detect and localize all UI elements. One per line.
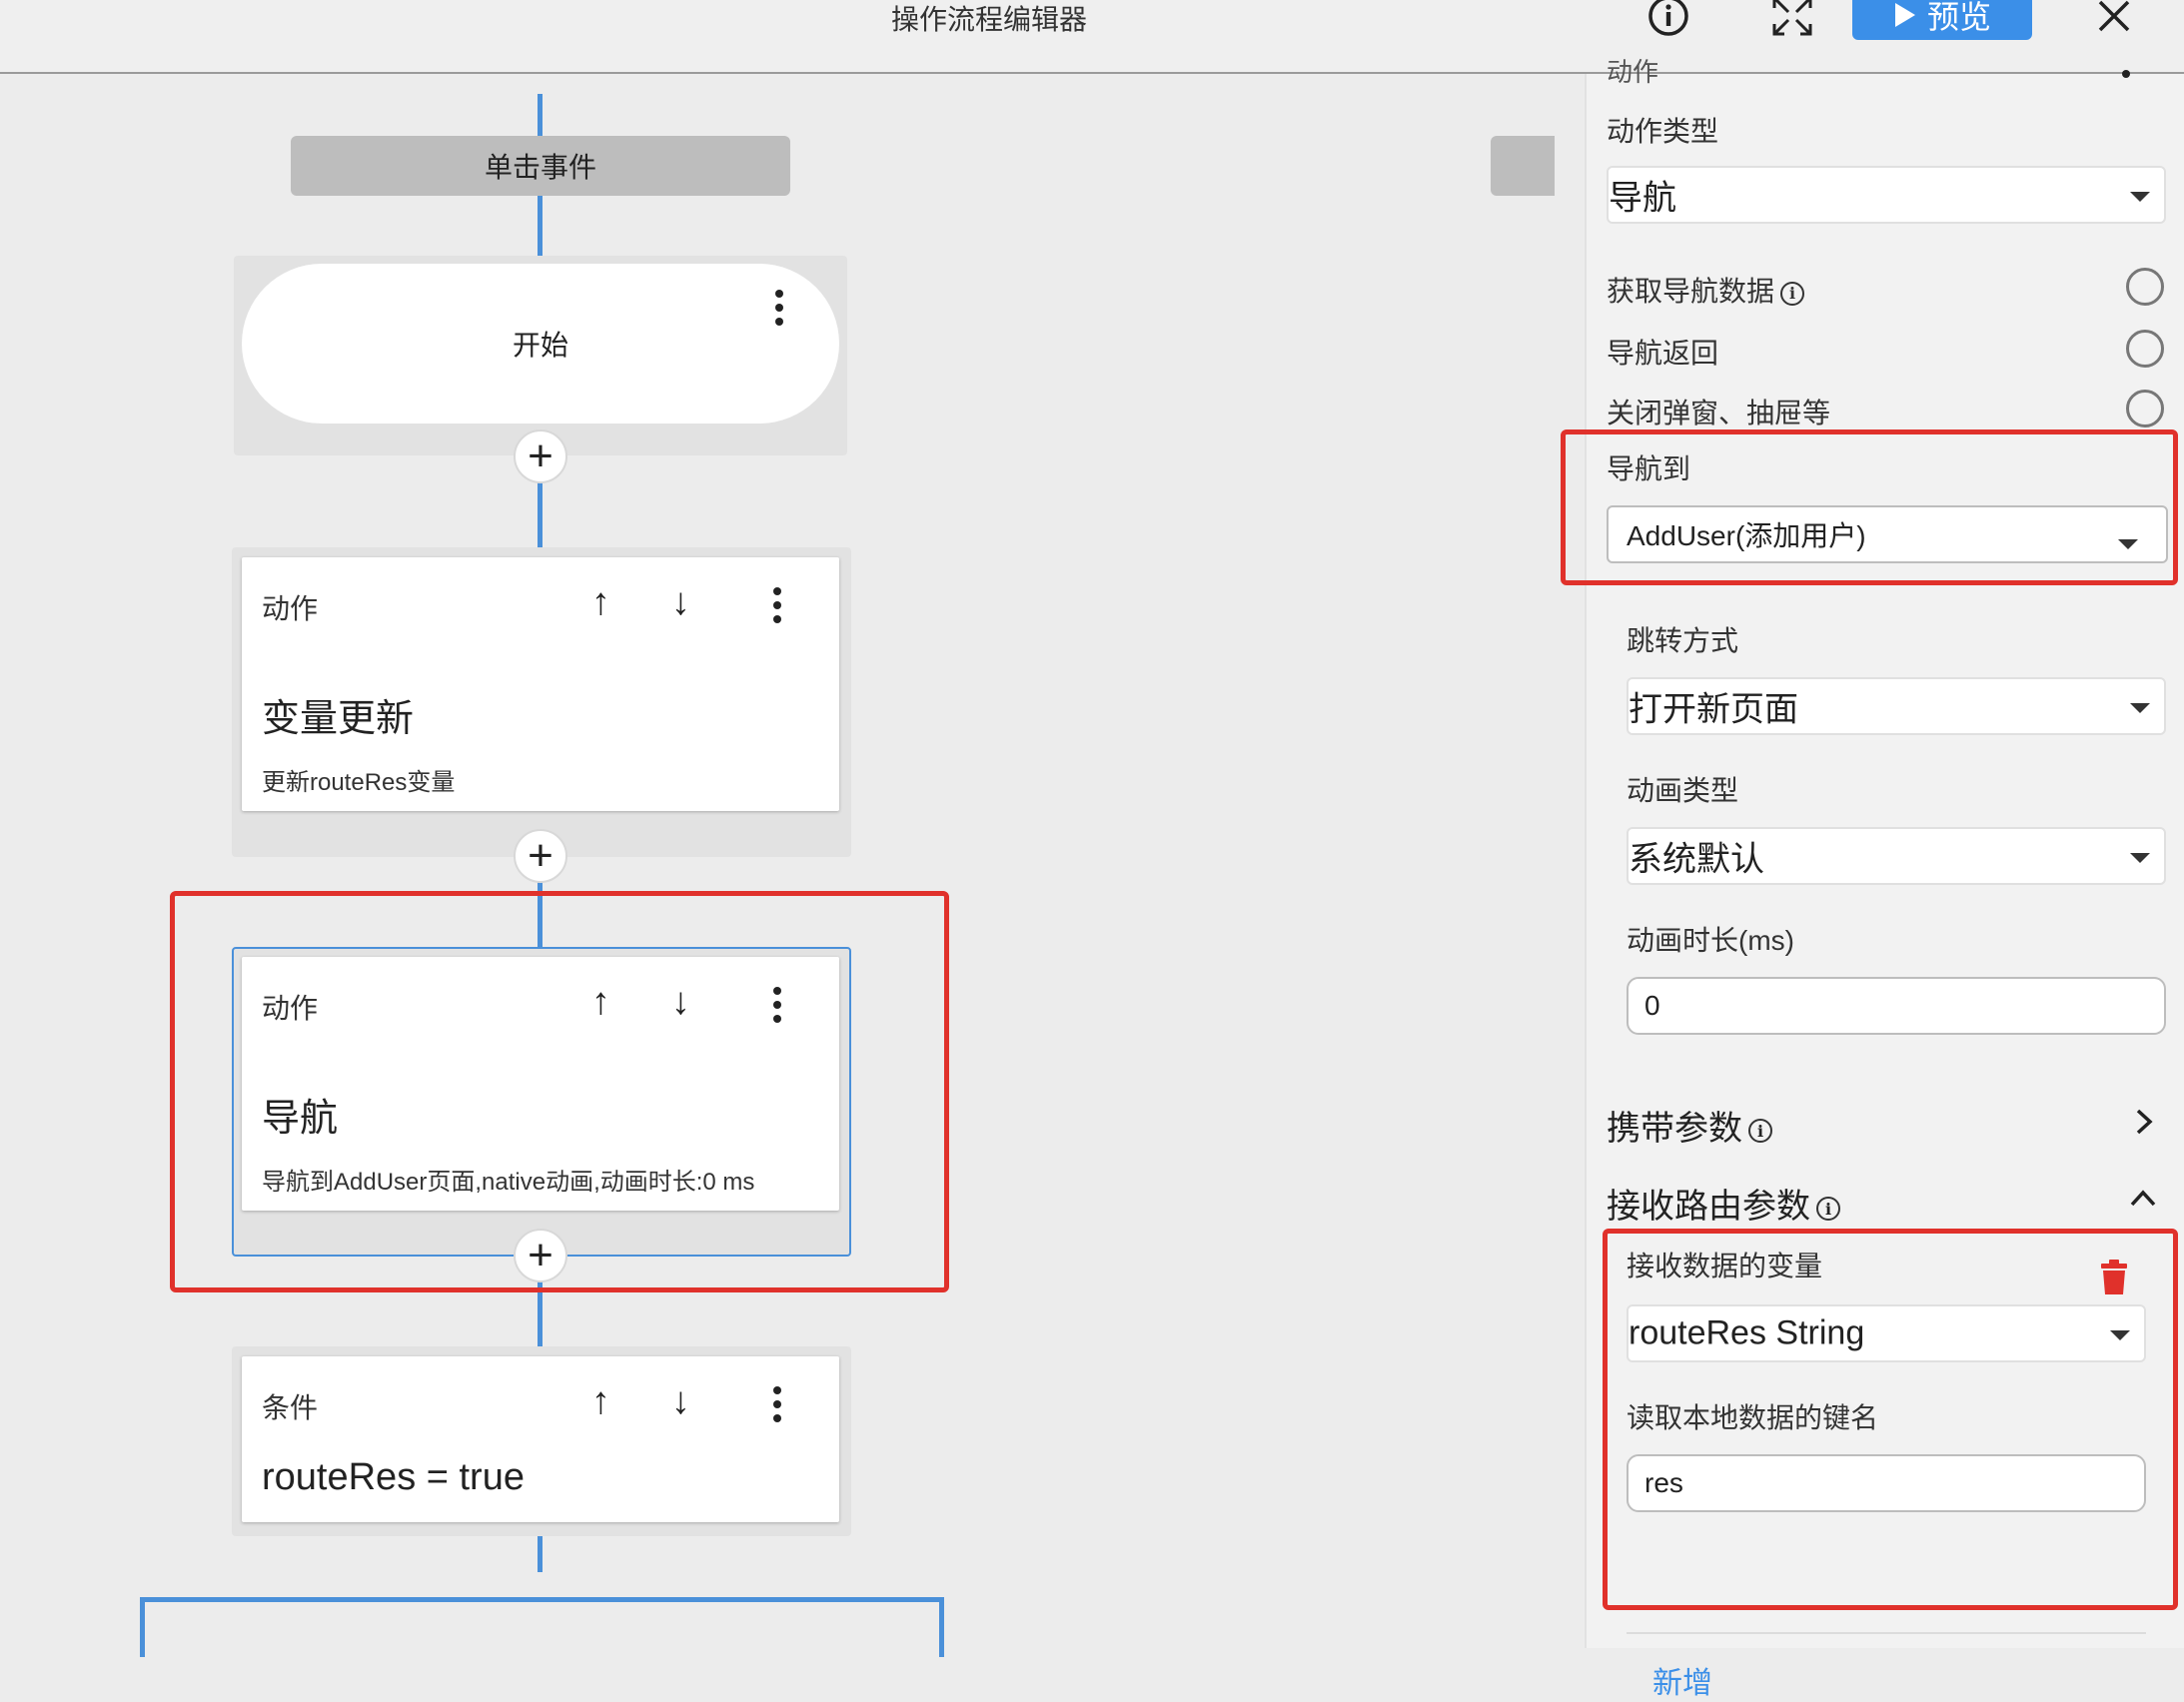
option-nav-back-label: 导航返回 bbox=[1607, 338, 1719, 369]
action-type-select[interactable]: 导航 bbox=[1607, 166, 2166, 224]
condition-node-wrap: 条件 ↑ ↓ routeRes = true bbox=[232, 1346, 851, 1536]
chevron-right-icon[interactable] bbox=[2132, 1107, 2156, 1137]
highlight-box bbox=[1603, 1229, 2178, 1610]
add-param-link[interactable]: 新增 bbox=[1652, 1658, 1712, 1702]
start-label: 开始 bbox=[512, 330, 568, 361]
chevron-down-icon bbox=[2130, 703, 2150, 713]
jump-mode-select[interactable]: 打开新页面 bbox=[1627, 677, 2166, 735]
node-desc: 更新routeRes变量 bbox=[262, 769, 456, 796]
anim-type-select[interactable]: 系统默认 bbox=[1627, 827, 2166, 885]
chevron-down-icon bbox=[2130, 853, 2150, 863]
anim-duration-value: 0 bbox=[1644, 990, 1660, 1021]
move-down-icon[interactable]: ↓ bbox=[671, 1382, 690, 1420]
option-nav-back-radio[interactable] bbox=[2126, 330, 2164, 368]
divider bbox=[1627, 1632, 2146, 1634]
option-close-popup-label: 关闭弹窗、抽屉等 bbox=[1607, 398, 1831, 428]
node-type-label: 条件 bbox=[262, 1392, 319, 1423]
anim-duration-label: 动画时长(ms) bbox=[1627, 925, 1794, 956]
title-bar: 操作流程编辑器 预览 bbox=[0, 0, 2184, 74]
properties-panel: 动作 动作类型 导航 获取导航数据 i 导航返回 关闭弹窗、抽屉等 导航到 Add… bbox=[1561, 57, 2184, 1700]
branch-connector-left bbox=[140, 1597, 145, 1657]
preview-label: 预览 bbox=[1926, 0, 1991, 35]
option-get-nav-data-label: 获取导航数据 i bbox=[1607, 270, 1805, 310]
flow-connector bbox=[538, 196, 543, 256]
condition-card[interactable]: 条件 ↑ ↓ routeRes = true bbox=[242, 1356, 839, 1522]
carry-params-header[interactable]: 携带参数 i bbox=[1607, 1101, 1772, 1150]
anim-duration-input[interactable]: 0 bbox=[1627, 977, 2166, 1035]
node-type-label: 动作 bbox=[262, 593, 319, 624]
add-step-button[interactable]: + bbox=[514, 829, 567, 883]
close-button[interactable] bbox=[2092, 0, 2136, 38]
jump-mode-value: 打开新页面 bbox=[1629, 690, 1798, 729]
fullscreen-icon bbox=[1772, 0, 1812, 36]
highlight-box bbox=[170, 891, 949, 1292]
section-cut-label: 动作 bbox=[1607, 57, 1659, 87]
info-icon[interactable]: i bbox=[1780, 281, 1805, 306]
collapsed-node[interactable] bbox=[1491, 136, 1555, 196]
flow-connector bbox=[538, 1532, 543, 1572]
flow-connector bbox=[538, 94, 543, 136]
receive-params-header[interactable]: 接收路由参数 i bbox=[1607, 1179, 1840, 1228]
close-icon bbox=[2098, 0, 2130, 32]
highlight-box bbox=[1561, 429, 2178, 585]
info-icon bbox=[1648, 0, 1688, 36]
branch-connector bbox=[140, 1597, 944, 1602]
action-type-label: 动作类型 bbox=[1607, 116, 1719, 147]
play-icon bbox=[1894, 3, 1915, 27]
start-node[interactable]: 开始 bbox=[242, 264, 839, 424]
dot-indicator bbox=[2122, 70, 2130, 78]
more-icon[interactable] bbox=[771, 1386, 783, 1422]
start-node-wrap: 开始 bbox=[234, 256, 847, 455]
move-up-icon[interactable]: ↑ bbox=[591, 583, 610, 621]
fullscreen-button[interactable] bbox=[1768, 0, 1816, 40]
info-button[interactable] bbox=[1646, 0, 1690, 38]
info-icon[interactable]: i bbox=[1748, 1119, 1772, 1144]
more-icon[interactable] bbox=[773, 290, 785, 326]
preview-button[interactable]: 预览 bbox=[1852, 0, 2032, 40]
move-up-icon[interactable]: ↑ bbox=[591, 1382, 610, 1420]
action-type-value: 导航 bbox=[1609, 179, 1676, 218]
branch-connector-right bbox=[939, 1597, 944, 1657]
anim-type-label: 动画类型 bbox=[1627, 775, 1739, 806]
anim-type-value: 系统默认 bbox=[1629, 840, 1764, 879]
option-close-popup-radio[interactable] bbox=[2126, 390, 2164, 427]
more-icon[interactable] bbox=[771, 587, 783, 623]
node-title: 变量更新 bbox=[262, 698, 415, 740]
action-node-wrap: 动作 ↑ ↓ 变量更新 更新routeRes变量 bbox=[232, 547, 851, 857]
chevron-down-icon bbox=[2130, 192, 2150, 202]
action-card[interactable]: 动作 ↑ ↓ 变量更新 更新routeRes变量 bbox=[242, 557, 839, 811]
jump-mode-label: 跳转方式 bbox=[1627, 625, 1739, 656]
flow-canvas: 单击事件 开始 + 动作 ↑ ↓ 变量更新 更新routeRes变量 + 动作 … bbox=[0, 74, 1585, 1657]
event-node[interactable]: 单击事件 bbox=[291, 136, 790, 196]
option-get-nav-data-radio[interactable] bbox=[2126, 268, 2164, 306]
chevron-up-icon[interactable] bbox=[2128, 1187, 2158, 1211]
info-icon[interactable]: i bbox=[1816, 1197, 1840, 1222]
node-title: routeRes = true bbox=[262, 1456, 525, 1498]
move-down-icon[interactable]: ↓ bbox=[671, 583, 690, 621]
add-step-button[interactable]: + bbox=[514, 429, 567, 483]
